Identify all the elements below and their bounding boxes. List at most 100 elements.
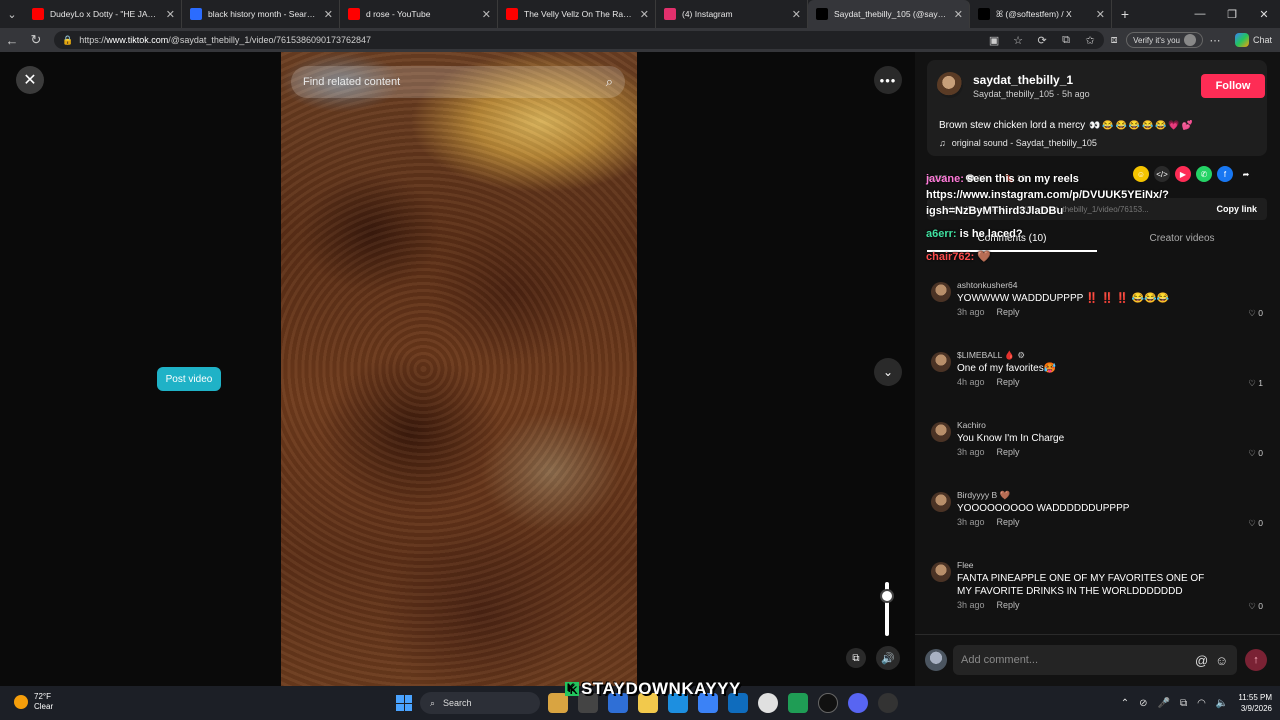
comment-text: YOOOOOOOOO WADDDDDDUPPPP (957, 503, 1130, 514)
more-options-button[interactable]: ••• (874, 66, 902, 94)
discord-icon[interactable] (848, 693, 868, 713)
clock[interactable]: 11:55 PM 3/9/2026 (1238, 692, 1272, 714)
commenter-name[interactable]: $LIMEBALL 🩸 ⚙ (957, 350, 1025, 361)
author-avatar[interactable] (937, 72, 963, 98)
send-to-friends-icon[interactable]: ▶ (1175, 166, 1191, 182)
author-username[interactable]: saydat_thebilly_1 (973, 73, 1073, 87)
verify-profile-button[interactable]: Verify it's you (1126, 32, 1203, 48)
reply-button[interactable]: Reply (997, 447, 1020, 457)
reply-button[interactable]: Reply (997, 307, 1020, 317)
commenter-avatar[interactable] (931, 562, 951, 582)
emoji-share-icon[interactable]: ☺ (1133, 166, 1149, 182)
comment-like[interactable]: ♡ 0 (1248, 601, 1263, 612)
commenter-avatar[interactable] (931, 492, 951, 512)
add-comment-input[interactable]: Add comment... @ ☺ (953, 645, 1237, 675)
more-menu-icon[interactable]: ⋯ (1203, 34, 1227, 47)
favorites-icon[interactable]: ✩ (1078, 34, 1102, 47)
follow-button[interactable]: Follow (1201, 74, 1265, 98)
search-icon[interactable]: ⌕ (606, 74, 613, 90)
collections-icon[interactable]: ⧈ (1102, 34, 1126, 47)
find-related-search-input[interactable]: Find related content ⌕ (291, 66, 625, 98)
tab-creator-videos[interactable]: Creator videos (1097, 228, 1267, 252)
video-player[interactable] (281, 52, 637, 686)
whatsapp-icon[interactable]: ✆ (1196, 166, 1212, 182)
reload-icon[interactable]: ↻ (24, 32, 48, 48)
picture-in-picture-icon[interactable]: ⧉ (846, 648, 866, 668)
windows-start-icon[interactable] (396, 695, 412, 711)
mention-icon[interactable]: @ (1195, 653, 1208, 668)
reply-button[interactable]: Reply (997, 600, 1020, 610)
split-screen-icon[interactable]: ▣ (982, 34, 1006, 47)
comment-like[interactable]: ♡ 0 (1248, 448, 1263, 459)
browser-tab[interactable]: d rose - YouTube ✕ (340, 0, 498, 28)
post-video-button[interactable]: Post video (157, 367, 221, 391)
volume-icon[interactable]: 🔊 (876, 646, 900, 670)
close-tab-icon[interactable]: ✕ (1096, 8, 1105, 21)
comment-like[interactable]: ♡ 1 (1248, 378, 1263, 389)
speaker-icon[interactable]: 🔈 (1216, 698, 1228, 709)
commenter-name[interactable]: Flee (957, 560, 974, 570)
browser-tab[interactable]: Saydat_thebilly_105 (@saydat ✕ (808, 0, 970, 28)
close-tab-icon[interactable]: ✕ (166, 8, 175, 21)
commenter-name[interactable]: Birdyyyy B 🤎 (957, 490, 1010, 501)
comment-text: You Know I'm In Charge (957, 433, 1065, 444)
new-tab-plus-icon[interactable]: + (1112, 6, 1138, 22)
youtube-icon (506, 8, 518, 20)
browser-tab[interactable]: black history month - Search Imag✕ (182, 0, 340, 28)
commenter-name[interactable]: Kachiro (957, 420, 986, 430)
app-icon[interactable] (788, 693, 808, 713)
comment-text: FANTA PINEAPPLE ONE OF MY FAVORITES ONE … (957, 573, 1205, 597)
reply-button[interactable]: Reply (997, 517, 1020, 527)
next-video-chevron-down-icon[interactable]: ⌄ (874, 358, 902, 386)
close-tab-icon[interactable]: ✕ (324, 8, 333, 21)
browser-tab[interactable]: (4) Instagram ✕ (656, 0, 808, 28)
network-icon[interactable]: ⧉ (1180, 698, 1187, 709)
share-arrow-icon[interactable]: ➦ (1238, 166, 1254, 182)
commenter-name[interactable]: ashtonkusher64 (957, 280, 1018, 290)
extensions-icon[interactable]: ⧉ (1054, 34, 1078, 47)
restore-icon[interactable]: ❐ (1216, 8, 1248, 21)
close-tab-icon[interactable]: ✕ (482, 8, 491, 21)
favorite-star-icon[interactable]: ☆ (1006, 34, 1030, 47)
minimize-icon[interactable]: — (1184, 8, 1216, 20)
app-icon[interactable] (818, 693, 838, 713)
browser-tab[interactable]: The Velly Vellz On The Radar ✕ (498, 0, 656, 28)
commenter-avatar[interactable] (931, 352, 951, 372)
facebook-icon[interactable]: f (1217, 166, 1233, 182)
weather-widget[interactable]: 72°F Clear (14, 692, 53, 712)
browser-tab[interactable]: DudeyLo x Dotty - "HE JACKED IT"✕ (24, 0, 182, 28)
chrome-icon[interactable] (758, 693, 778, 713)
copilot-chat-button[interactable]: Chat (1227, 33, 1280, 47)
post-caption: Brown stew chicken lord a mercy 👀😂😂😂😂😂💗💕 (939, 120, 1195, 131)
emoji-icon[interactable]: ☺ (1215, 653, 1228, 668)
volume-slider-handle[interactable] (880, 589, 894, 603)
copy-link-button[interactable]: Copy link (1206, 198, 1267, 220)
commenter-avatar[interactable] (931, 422, 951, 442)
mic-icon[interactable]: 🎤 (1158, 698, 1170, 709)
browser-tab[interactable]: ꕤ (@softestfem) / X ✕ (970, 0, 1112, 28)
app-tray-icon[interactable]: ⊘ (1139, 698, 1147, 709)
overlay-chat-line: igsh=NzByMThird3JlaDBu (926, 205, 1064, 217)
comment-like[interactable]: ♡ 0 (1248, 308, 1263, 319)
tab-actions-chevron-icon[interactable]: ⌄ (0, 0, 24, 28)
post-info-card: saydat_thebilly_1 Saydat_thebilly_105 · … (927, 60, 1267, 156)
close-video-button[interactable]: ✕ (16, 66, 44, 94)
close-tab-icon[interactable]: ✕ (640, 8, 649, 21)
close-tab-icon[interactable]: ✕ (954, 8, 963, 21)
chevron-up-icon[interactable]: ⌃ (1121, 698, 1129, 709)
sound-link[interactable]: ♫ original sound - Saydat_thebilly_105 (939, 138, 1097, 148)
url-field[interactable]: 🔒 https://www.tiktok.com/@saydat_thebill… (54, 31, 1104, 49)
commenter-avatar[interactable] (931, 282, 951, 302)
send-comment-button[interactable]: ↑ (1245, 649, 1267, 671)
app-icon[interactable] (878, 693, 898, 713)
close-window-icon[interactable]: ✕ (1248, 8, 1280, 21)
comment-like[interactable]: ♡ 0 (1248, 518, 1263, 529)
comment-meta: 3h ago Reply (957, 517, 1020, 527)
taskbar-search[interactable]: ⌕ Search (420, 692, 540, 714)
reply-button[interactable]: Reply (997, 377, 1020, 387)
back-arrow-icon[interactable]: ← (0, 33, 24, 48)
close-tab-icon[interactable]: ✕ (792, 8, 801, 21)
refresh-page-icon[interactable]: ⟳ (1030, 34, 1054, 47)
embed-icon[interactable]: </> (1154, 166, 1170, 182)
wifi-icon[interactable]: ◠ (1197, 698, 1206, 709)
